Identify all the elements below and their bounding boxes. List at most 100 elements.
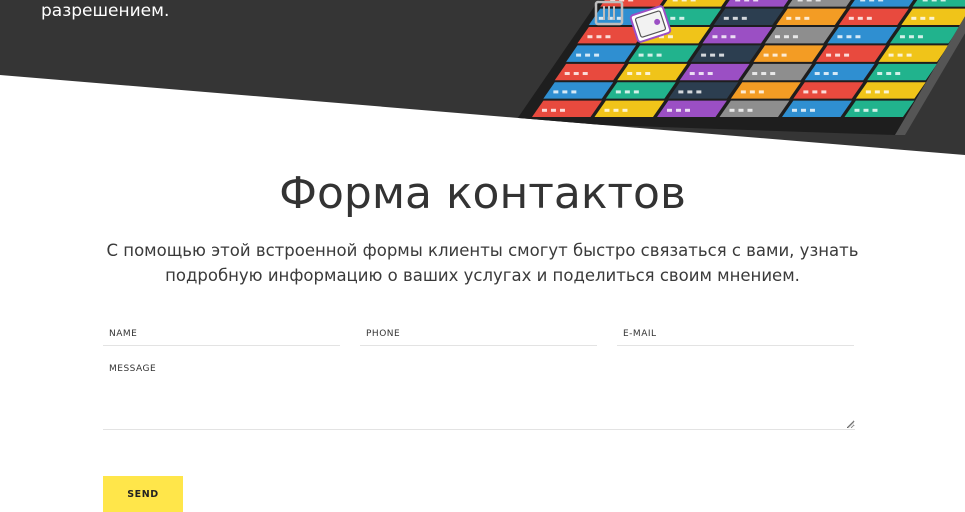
tile-glyph bbox=[906, 53, 912, 57]
hero-background bbox=[0, 0, 965, 155]
section-description: С помощью этой встроенной формы клиенты … bbox=[106, 241, 859, 285]
tile-glyph bbox=[596, 35, 602, 39]
name-input[interactable] bbox=[103, 322, 340, 346]
tile-glyph bbox=[837, 35, 843, 39]
tile-glyph bbox=[886, 72, 892, 76]
tile-glyph bbox=[866, 16, 872, 20]
tile-glyph bbox=[931, 0, 937, 2]
tile-glyph bbox=[823, 72, 829, 76]
tile-glyph bbox=[585, 53, 591, 57]
tile-glyph bbox=[758, 90, 764, 94]
tile-glyph bbox=[908, 35, 914, 39]
tile-glyph bbox=[712, 35, 718, 39]
phone-input[interactable] bbox=[360, 322, 597, 346]
tile-glyph bbox=[878, 0, 884, 2]
tile-glyph bbox=[638, 53, 644, 57]
tile-glyph bbox=[647, 53, 653, 57]
tile-glyph bbox=[553, 90, 559, 94]
tile-glyph bbox=[594, 53, 600, 57]
tile-glyph bbox=[877, 72, 883, 76]
tile-glyph bbox=[781, 53, 787, 57]
app-tile bbox=[844, 100, 915, 117]
tile-glyph bbox=[573, 72, 579, 76]
tile-glyph bbox=[622, 108, 628, 112]
tile-glyph bbox=[863, 108, 869, 112]
tile-glyph bbox=[670, 16, 676, 20]
page-title: Форма контактов bbox=[279, 168, 686, 219]
tile-glyph bbox=[795, 16, 801, 20]
tile-glyph bbox=[550, 108, 556, 112]
tile-glyph bbox=[874, 90, 880, 94]
app-tile bbox=[554, 63, 625, 81]
tile-glyph bbox=[786, 16, 792, 20]
tile-glyph bbox=[729, 108, 735, 112]
tile-glyph bbox=[821, 90, 827, 94]
tile-glyph bbox=[800, 108, 806, 112]
tile-glyph bbox=[721, 35, 727, 39]
tile-glyph bbox=[761, 72, 767, 76]
tile-glyph bbox=[826, 53, 832, 57]
tile-glyph bbox=[604, 108, 610, 112]
tile-glyph bbox=[812, 90, 818, 94]
tile-glyph bbox=[749, 90, 755, 94]
tile-glyph bbox=[628, 0, 634, 2]
tile-glyph bbox=[763, 53, 769, 57]
tile-glyph bbox=[869, 0, 875, 2]
tile-glyph bbox=[772, 53, 778, 57]
tile-glyph bbox=[559, 108, 565, 112]
tile-glyph bbox=[675, 108, 681, 112]
email-input[interactable] bbox=[617, 322, 854, 346]
app-tile bbox=[867, 63, 938, 81]
tile-glyph bbox=[710, 53, 716, 57]
tile-glyph bbox=[678, 90, 684, 94]
tile-glyph bbox=[783, 35, 789, 39]
app-tile bbox=[742, 63, 813, 81]
tile-glyph bbox=[797, 0, 803, 2]
send-button[interactable]: SEND bbox=[103, 476, 183, 512]
tile-glyph bbox=[854, 108, 860, 112]
hero-text-line: разрешением. bbox=[41, 1, 170, 21]
tile-glyph bbox=[741, 16, 747, 20]
tile-glyph bbox=[681, 0, 687, 2]
app-tile bbox=[719, 100, 790, 117]
tile-glyph bbox=[895, 72, 901, 76]
tile-glyph bbox=[740, 90, 746, 94]
tile-glyph bbox=[857, 16, 863, 20]
tile-glyph bbox=[940, 0, 946, 2]
tile-glyph bbox=[687, 90, 693, 94]
tile-glyph bbox=[888, 53, 894, 57]
app-tile bbox=[804, 63, 875, 81]
tile-glyph bbox=[624, 90, 630, 94]
tile-glyph bbox=[747, 108, 753, 112]
app-tile bbox=[617, 63, 688, 81]
tile-glyph bbox=[846, 35, 852, 39]
tile-glyph bbox=[679, 16, 685, 20]
tile-glyph bbox=[730, 35, 736, 39]
tile-glyph bbox=[735, 0, 741, 2]
resize-grip-icon[interactable] bbox=[848, 422, 854, 428]
tile-glyph bbox=[684, 108, 690, 112]
tile-glyph bbox=[911, 16, 917, 20]
tile-glyph bbox=[667, 35, 673, 39]
tile-glyph bbox=[582, 72, 588, 76]
tile-glyph bbox=[814, 72, 820, 76]
tile-glyph bbox=[815, 0, 821, 2]
tile-glyph bbox=[855, 35, 861, 39]
tile-glyph bbox=[917, 35, 923, 39]
tile-glyph bbox=[701, 53, 707, 57]
tile-glyph bbox=[636, 72, 642, 76]
tile-glyph bbox=[690, 0, 696, 2]
message-textarea[interactable] bbox=[103, 360, 855, 430]
app-tile bbox=[782, 100, 852, 117]
app-tile bbox=[912, 0, 965, 7]
tile-glyph bbox=[804, 16, 810, 20]
tile-glyph bbox=[707, 72, 713, 76]
tile-glyph bbox=[627, 72, 633, 76]
app-tile bbox=[594, 100, 665, 117]
tile-glyph bbox=[770, 72, 776, 76]
tile-glyph bbox=[689, 72, 695, 76]
tile-glyph bbox=[541, 108, 547, 112]
tile-glyph bbox=[792, 35, 798, 39]
tile-glyph bbox=[613, 108, 619, 112]
tile-glyph bbox=[872, 108, 878, 112]
